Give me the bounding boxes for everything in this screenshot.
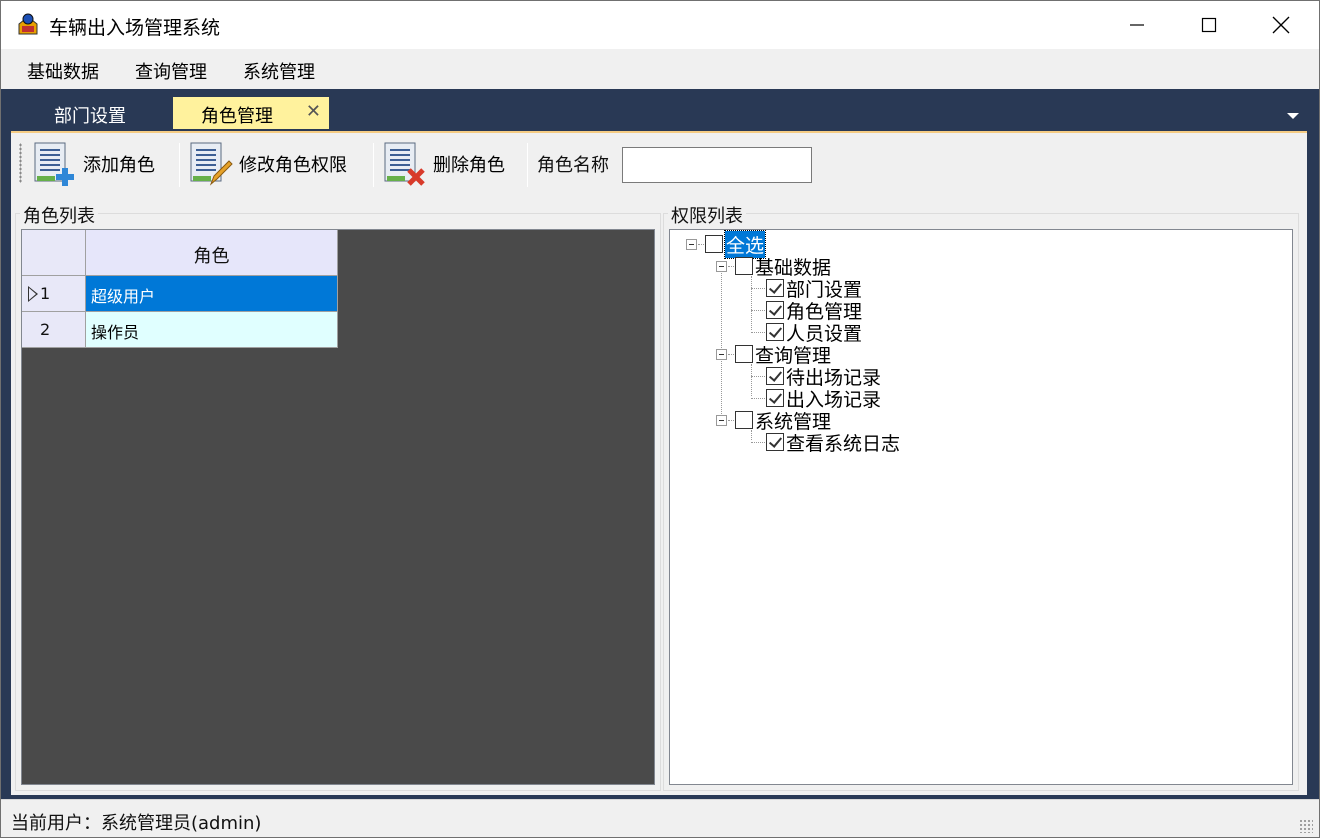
permission-list-title: 权限列表 (668, 202, 746, 228)
tab-close-icon[interactable]: ✕ (306, 101, 321, 122)
row-number: 2 (40, 320, 51, 339)
role-name-cell[interactable]: 操作员 (86, 312, 338, 348)
tree-connector (751, 288, 765, 289)
toolbar-separator (527, 143, 528, 187)
delete-role-button[interactable]: 删除角色 (381, 137, 505, 191)
menu-bar: 基础数据 查询管理 系统管理 (1, 49, 1319, 89)
edit-role-permissions-label: 修改角色权限 (239, 155, 347, 176)
tree-node-label: 查看系统日志 (786, 432, 901, 455)
role-name-input[interactable] (622, 147, 812, 183)
table-row[interactable]: 1 超级用户 (22, 276, 338, 312)
tree-connector (751, 398, 765, 399)
edit-document-icon (190, 142, 233, 186)
tree-connector (751, 332, 765, 333)
tree-connector (751, 376, 765, 377)
menu-query-management[interactable]: 查询管理 (135, 58, 207, 84)
minimize-icon (1130, 24, 1144, 26)
collapse-icon[interactable] (686, 238, 697, 250)
menu-system-management[interactable]: 系统管理 (243, 58, 315, 84)
tree-connector (751, 430, 752, 440)
toolbar-separator (179, 143, 180, 187)
tab-list-dropdown-icon[interactable] (1287, 113, 1299, 119)
role-management-checkbox[interactable] (766, 301, 784, 319)
grid-header: 角色 (22, 230, 338, 276)
system-management-checkbox[interactable] (735, 411, 753, 429)
row-number: 1 (40, 284, 51, 303)
minimize-button[interactable] (1101, 1, 1173, 49)
tree-connector (751, 310, 765, 311)
select-all-checkbox[interactable] (705, 235, 723, 253)
add-role-button[interactable]: 添加角色 (31, 137, 155, 191)
app-window: 车辆出入场管理系统 基础数据 查询管理 系统管理 部门设置 角色管理 ✕ 添加角… (0, 0, 1320, 838)
pending-exit-records-checkbox[interactable] (766, 367, 784, 385)
resize-grip-icon[interactable] (1299, 819, 1313, 833)
title-bar: 车辆出入场管理系统 (1, 1, 1319, 49)
tree-node-view-system-log[interactable]: 查看系统日志 (766, 431, 901, 455)
role-list-title: 角色列表 (20, 202, 98, 228)
add-document-icon (34, 142, 74, 186)
window-title: 车辆出入场管理系统 (49, 17, 221, 39)
role-management-panel: 添加角色 修改角色权限 删除角色 角色名称 角色列表 角色 1 超级用户 2 操… (11, 131, 1307, 795)
row-header[interactable]: 1 (22, 276, 86, 312)
tab-label: 角色管理 (201, 106, 273, 127)
row-header[interactable]: 2 (22, 312, 86, 348)
role-name-cell[interactable]: 超级用户 (86, 276, 338, 312)
tree-connector (751, 364, 752, 396)
tree-node-select-all[interactable]: 全选 (686, 229, 767, 259)
view-system-log-checkbox[interactable] (766, 433, 784, 451)
close-icon (1272, 16, 1290, 34)
tab-role-management[interactable]: 角色管理 ✕ (173, 97, 329, 129)
content-frame: 添加角色 修改角色权限 删除角色 角色名称 角色列表 角色 1 超级用户 2 操… (1, 129, 1319, 799)
maximize-icon (1201, 17, 1217, 33)
tab-department-settings[interactable]: 部门设置 (25, 97, 155, 129)
add-role-label: 添加角色 (83, 155, 155, 176)
tab-strip: 部门设置 角色管理 ✕ (1, 89, 1319, 129)
table-row[interactable]: 2 操作员 (22, 312, 338, 348)
tab-label: 部门设置 (54, 106, 126, 127)
current-user-status: 当前用户：系统管理员(admin) (11, 813, 262, 834)
edit-role-permissions-button[interactable]: 修改角色权限 (187, 137, 347, 191)
basic-data-checkbox[interactable] (735, 257, 753, 275)
toolbar-separator (373, 143, 374, 187)
toolbar-grip[interactable] (19, 143, 22, 183)
tree-connector (721, 264, 722, 420)
personnel-settings-checkbox[interactable] (766, 323, 784, 341)
role-name-label: 角色名称 (537, 155, 609, 176)
current-row-icon (28, 286, 38, 302)
collapse-icon[interactable] (716, 260, 727, 272)
department-settings-checkbox[interactable] (766, 279, 784, 297)
tree-connector (751, 276, 752, 330)
collapse-icon[interactable] (716, 414, 727, 426)
column-header-role[interactable]: 角色 (86, 230, 338, 276)
entry-exit-records-checkbox[interactable] (766, 389, 784, 407)
app-icon (18, 13, 38, 35)
tree-connector (751, 442, 765, 443)
collapse-icon[interactable] (716, 348, 727, 360)
status-bar: 当前用户：系统管理员(admin) (1, 799, 1319, 837)
grid-corner-header[interactable] (22, 230, 86, 276)
menu-basic-data[interactable]: 基础数据 (27, 58, 99, 84)
permission-tree[interactable]: 全选 基础数据 部门设置 角色管理 人员设置 查询管理 待出场记录 出入场记录 … (669, 229, 1293, 785)
maximize-button[interactable] (1173, 1, 1245, 49)
close-button[interactable] (1245, 1, 1317, 49)
role-grid[interactable]: 角色 1 超级用户 2 操作员 (21, 229, 655, 785)
delete-role-label: 删除角色 (433, 155, 505, 176)
query-management-checkbox[interactable] (735, 345, 753, 363)
toolbar: 添加角色 修改角色权限 删除角色 角色名称 (11, 133, 1307, 195)
delete-document-icon (384, 142, 425, 186)
